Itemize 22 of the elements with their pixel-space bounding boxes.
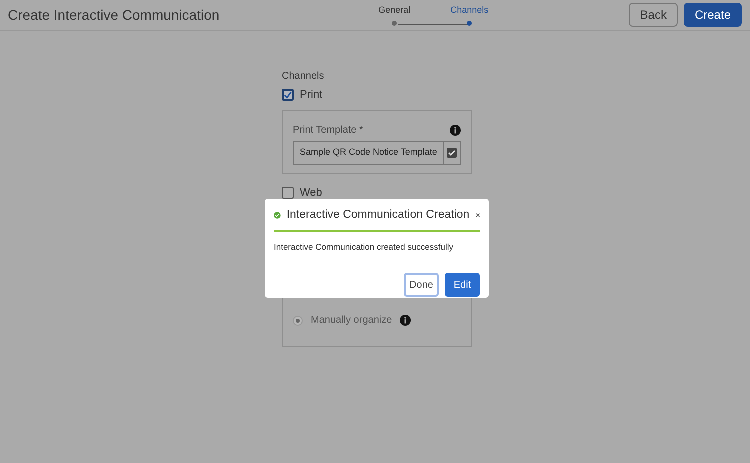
page-title: Create Interactive Communication bbox=[8, 6, 221, 24]
secondary-button[interactable]: Done bbox=[404, 273, 439, 297]
dialog-title: Interactive Communication Creation bbox=[286, 208, 470, 223]
secondary-button[interactable]: Back bbox=[629, 3, 678, 27]
dialog-message: Interactive Communication created successfully bbox=[274, 241, 455, 254]
info-icon bbox=[400, 315, 412, 326]
channel-label: Web bbox=[300, 186, 322, 201]
primary-button[interactable]: Edit bbox=[445, 273, 480, 297]
radio-label: Manually organize bbox=[311, 314, 392, 328]
checkbox[interactable] bbox=[282, 89, 294, 101]
section-label: Channels bbox=[282, 70, 326, 84]
template-field[interactable]: Sample QR Code Notice Template bbox=[293, 141, 461, 165]
close-icon[interactable] bbox=[476, 212, 480, 220]
checkbox-icon bbox=[447, 148, 458, 158]
info-icon bbox=[450, 125, 461, 136]
checkbox[interactable] bbox=[282, 187, 294, 199]
success-icon bbox=[274, 210, 281, 222]
channel-label: Print bbox=[300, 88, 323, 103]
primary-button[interactable]: Create bbox=[684, 3, 742, 27]
field-label: Print Template * bbox=[293, 124, 364, 138]
step[interactable]: Channels bbox=[450, 4, 489, 26]
step[interactable]: General bbox=[378, 4, 411, 26]
